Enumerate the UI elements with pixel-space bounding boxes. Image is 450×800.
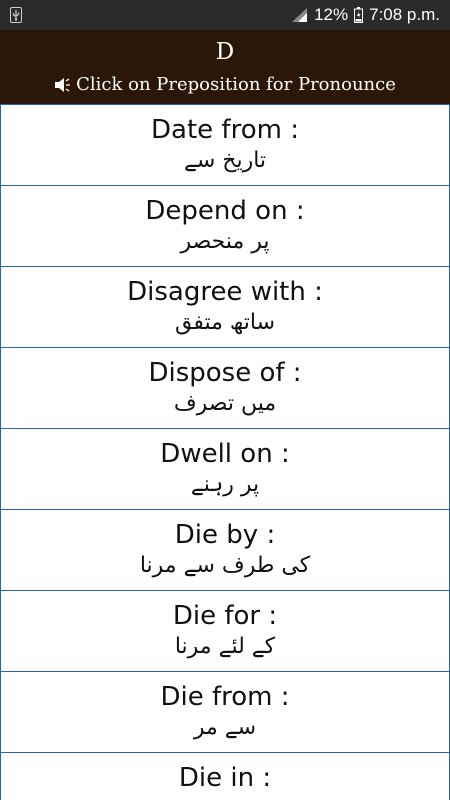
page-title: D — [215, 39, 235, 65]
battery-percent: 12% — [314, 5, 349, 24]
usb-icon — [10, 7, 22, 23]
preposition-english: Die in : — [178, 763, 272, 793]
list-item[interactable]: Die for : کے لئے مرنا — [1, 590, 449, 671]
list-item[interactable]: Dispose of : میں تصرف — [1, 347, 449, 428]
preposition-english: Dwell on : — [160, 439, 290, 469]
header: D Click on Preposition for Pronounce — [0, 30, 450, 104]
preposition-list[interactable]: Date from : تاریخ سے Depend on : پر منحص… — [0, 104, 450, 800]
list-item[interactable]: Die in : — [1, 752, 449, 800]
preposition-urdu: تاریخ سے — [183, 148, 267, 173]
list-item[interactable]: Dwell on : پر رہنے — [1, 428, 449, 509]
status-right: 12% 7:08 p.m. — [292, 5, 440, 25]
pronounce-hint[interactable]: Click on Preposition for Pronounce — [0, 73, 450, 97]
status-bar: 12% 7:08 p.m. — [0, 0, 450, 30]
preposition-english: Depend on : — [145, 196, 305, 226]
battery-icon — [354, 7, 364, 23]
status-left — [10, 7, 22, 23]
preposition-urdu: کی طرف سے مرنا — [139, 553, 311, 578]
list-item[interactable]: Die from : سے مر — [1, 671, 449, 752]
preposition-english: Disagree with : — [127, 277, 323, 307]
list-item[interactable]: Die by : کی طرف سے مرنا — [1, 509, 449, 590]
preposition-urdu: ساتھ متفق — [174, 310, 276, 335]
preposition-urdu: پر منحصر — [180, 229, 270, 254]
preposition-english: Die by : — [174, 520, 276, 550]
list-item[interactable]: Date from : تاریخ سے — [1, 104, 449, 185]
status-time: 7:08 p.m. — [369, 5, 440, 24]
preposition-urdu: پر رہنے — [190, 472, 260, 497]
preposition-urdu: سے مر — [193, 715, 257, 740]
pronounce-hint-label: Click on Preposition for Pronounce — [76, 74, 396, 95]
signal-icon — [292, 8, 308, 22]
preposition-english: Die from : — [160, 682, 290, 712]
preposition-english: Dispose of : — [148, 358, 302, 388]
preposition-english: Die for : — [172, 601, 278, 631]
preposition-english: Date from : — [151, 115, 299, 145]
preposition-urdu: میں تصرف — [173, 391, 277, 416]
preposition-urdu: کے لئے مرنا — [174, 634, 276, 659]
list-item[interactable]: Depend on : پر منحصر — [1, 185, 449, 266]
speaker-icon — [54, 76, 74, 94]
list-item[interactable]: Disagree with : ساتھ متفق — [1, 266, 449, 347]
